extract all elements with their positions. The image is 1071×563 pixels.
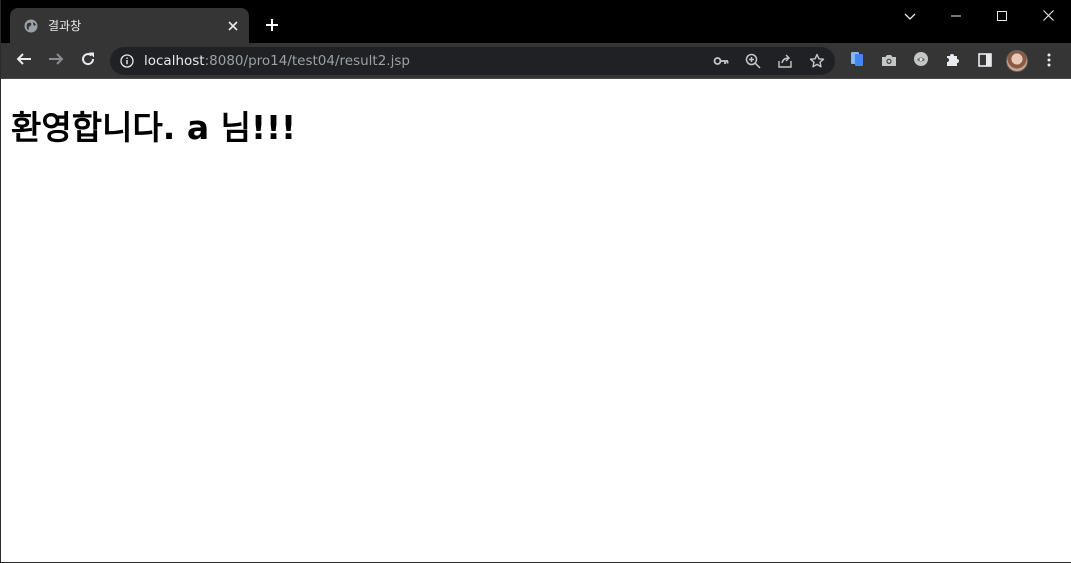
- url-path: :8080/pro14/test04/result2.jsp: [204, 53, 410, 69]
- menu-button[interactable]: [1035, 47, 1063, 75]
- extensions-button[interactable]: [939, 47, 967, 75]
- reload-button[interactable]: [74, 47, 102, 75]
- tab-title: 결과창: [48, 19, 82, 33]
- avatar[interactable]: [1006, 50, 1028, 72]
- tab-result[interactable]: 결과창: [10, 8, 249, 43]
- close-icon[interactable]: [223, 16, 243, 36]
- close-window-button[interactable]: [1025, 0, 1071, 30]
- globe-icon: [24, 19, 38, 33]
- arrow-right-icon: [48, 51, 64, 71]
- address-bar[interactable]: localhost:8080/pro14/test04/result2.jsp: [110, 47, 835, 75]
- extension-clipboard-button[interactable]: [843, 47, 871, 75]
- info-icon[interactable]: [120, 54, 134, 68]
- url-host: localhost: [144, 53, 205, 69]
- side-panel-button[interactable]: [971, 47, 999, 75]
- extension-circle-icon: [913, 51, 929, 71]
- forward-button[interactable]: [42, 47, 70, 75]
- maximize-icon: [997, 6, 1007, 25]
- browser-window: 결과창 localhost:8080/pro14/test04/result2.…: [0, 0, 1071, 563]
- maximize-button[interactable]: [979, 0, 1025, 30]
- side-panel-icon: [978, 52, 992, 71]
- star-icon[interactable]: [808, 52, 826, 70]
- extension-circle-button[interactable]: [907, 47, 935, 75]
- browser-toolbar: localhost:8080/pro14/test04/result2.jsp: [1, 43, 1071, 79]
- key-icon[interactable]: [712, 52, 730, 70]
- tab-strip: 결과창: [1, 0, 1071, 43]
- new-tab-button[interactable]: [260, 14, 284, 38]
- minimize-button[interactable]: [933, 0, 979, 30]
- plus-icon: [265, 17, 279, 36]
- arrow-left-icon: [16, 51, 32, 71]
- welcome-heading: 환영합니다. a 님!!!: [11, 108, 297, 147]
- kebab-menu-icon: [1047, 52, 1051, 71]
- camera-icon: [881, 52, 897, 71]
- clipboard-icon: [850, 51, 864, 71]
- url-text[interactable]: localhost:8080/pro14/test04/result2.jsp: [144, 53, 410, 69]
- close-icon: [1042, 6, 1054, 25]
- share-icon[interactable]: [776, 52, 794, 70]
- page-content: 환영합니다. a 님!!!: [1, 80, 1071, 562]
- puzzle-icon: [945, 51, 961, 71]
- tab-search-button[interactable]: [887, 0, 933, 30]
- back-button[interactable]: [10, 47, 38, 75]
- reload-icon: [80, 51, 96, 71]
- zoom-in-icon[interactable]: [744, 52, 762, 70]
- chevron-down-icon: [904, 6, 916, 25]
- extension-camera-button[interactable]: [875, 47, 903, 75]
- minimize-icon: [951, 6, 961, 25]
